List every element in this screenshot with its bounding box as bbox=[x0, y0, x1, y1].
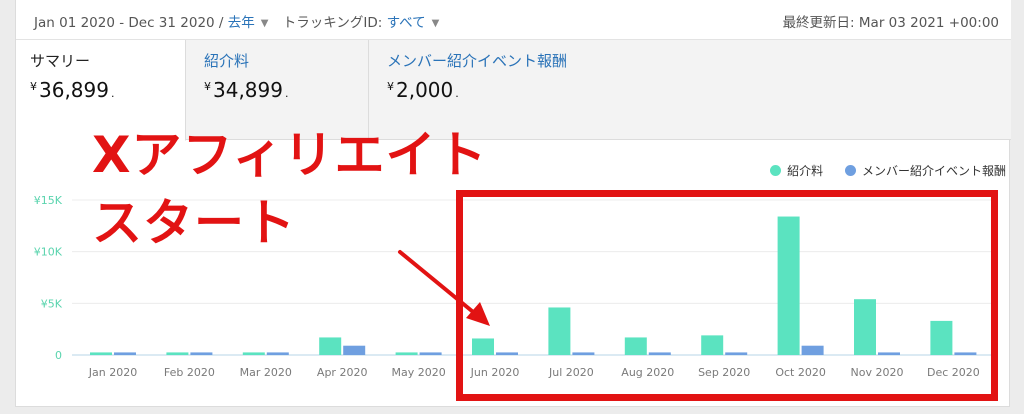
annotation-text-line1: Xアフィリエイト bbox=[92, 126, 488, 184]
bar-referral bbox=[90, 352, 112, 355]
x-tick-label: Mar 2020 bbox=[240, 366, 292, 379]
bar-member bbox=[419, 352, 442, 355]
bar-member bbox=[190, 352, 213, 355]
bar-referral bbox=[166, 352, 189, 355]
bar-member bbox=[343, 345, 366, 355]
y-tick-label: 0 bbox=[55, 349, 62, 362]
bar-member bbox=[266, 352, 289, 355]
bar-member bbox=[114, 352, 136, 355]
annotation-text-line2: スタート bbox=[92, 194, 296, 252]
x-tick-label: Feb 2020 bbox=[164, 366, 215, 379]
y-tick-label: ¥5K bbox=[41, 297, 63, 310]
bar-referral bbox=[242, 352, 265, 355]
bar-referral bbox=[395, 352, 418, 355]
x-tick-label: Apr 2020 bbox=[317, 366, 368, 379]
y-tick-label: ¥10K bbox=[34, 246, 63, 259]
bar-referral bbox=[319, 337, 342, 355]
annotation-highlight-box bbox=[456, 190, 998, 401]
y-tick-label: ¥15K bbox=[34, 194, 63, 207]
x-tick-label: May 2020 bbox=[391, 366, 445, 379]
x-tick-label: Jan 2020 bbox=[88, 366, 137, 379]
